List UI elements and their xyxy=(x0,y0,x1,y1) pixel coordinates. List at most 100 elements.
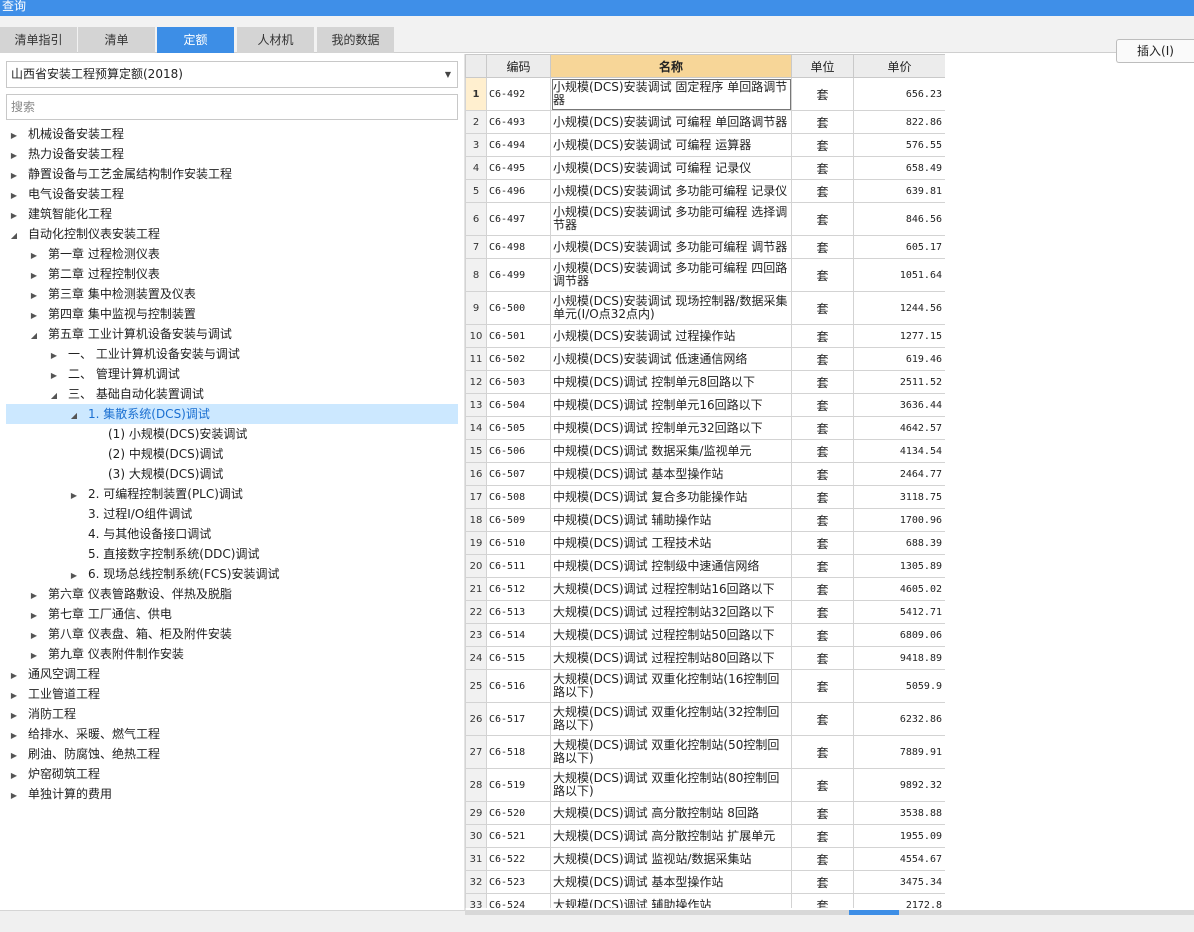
library-select[interactable]: 山西省安装工程预算定额(2018) ▼ xyxy=(6,61,458,88)
tree-node[interactable]: 4. 与其他设备接口调试 xyxy=(68,524,211,544)
expand-arrow-icon[interactable]: ▶ xyxy=(28,606,40,626)
tree-node[interactable]: ▶ 2. 可编程控制装置(PLC)调试 xyxy=(68,484,243,504)
tab-labor-material-machine[interactable]: 人材机 xyxy=(237,27,314,53)
tree-node[interactable]: ▶ 第七章 工厂通信、供电 xyxy=(28,604,172,624)
table-row[interactable]: 10 C6-501 小规模(DCS)安装调试 过程操作站套 1277.15 xyxy=(465,324,945,348)
table-row[interactable]: 25 C6-516 大规模(DCS)调试 双重化控制站(16控制回路以下) 套 5059… xyxy=(465,669,945,703)
tree-node[interactable]: ▶ 二、 管理计算机调试 xyxy=(48,364,180,384)
table-row[interactable]: 29 C6-520 大规模(DCS)调试 高分散控制站 8回路套 3538.88 xyxy=(465,801,945,825)
expand-arrow-icon[interactable]: ▶ xyxy=(28,586,40,606)
expand-arrow-icon[interactable]: ▶ xyxy=(68,486,80,506)
table-row[interactable]: 17 C6-508 中规模(DCS)调试 复合多功能操作站套 3118.75 xyxy=(465,485,945,509)
table-row[interactable]: 11 C6-502 小规模(DCS)安装调试 低速通信网络套 619.46 xyxy=(465,347,945,371)
tree-node[interactable]: ▶ 建筑智能化工程 xyxy=(8,204,112,224)
tree-node[interactable]: ▶ 工业管道工程 xyxy=(8,684,100,704)
table-row[interactable]: 33 C6-524 大规模(DCS)调试 辅助操作站套 2172.8 xyxy=(465,893,945,908)
tree-node[interactable]: ▶ 机械设备安装工程 xyxy=(8,124,124,144)
col-header-unit[interactable]: 单位 xyxy=(791,54,854,78)
collapse-arrow-icon[interactable]: ◢ xyxy=(48,386,60,406)
tree-node[interactable]: ▶ 热力设备安装工程 xyxy=(8,144,124,164)
tree-node[interactable]: ▶ 第九章 仪表附件制作安装 xyxy=(28,644,184,664)
tree-node[interactable]: ▶ 第四章 集中监视与控制装置 xyxy=(28,304,196,324)
tree-node[interactable]: ▶ 通风空调工程 xyxy=(8,664,100,684)
table-row[interactable]: 12 C6-503 中规模(DCS)调试 控制单元8回路以下套 2511.52 xyxy=(465,370,945,394)
table-row[interactable]: 30 C6-521 大规模(DCS)调试 高分散控制站 扩展单元套 1955.09 xyxy=(465,824,945,848)
expand-arrow-icon[interactable]: ▶ xyxy=(28,286,40,306)
table-row[interactable]: 8 C6-499 小规模(DCS)安装调试 多功能可编程 四回路调节器套 1051.6… xyxy=(465,258,945,292)
tab-list-guide[interactable]: 清单指引 xyxy=(0,27,77,53)
expand-arrow-icon[interactable]: ▶ xyxy=(8,166,20,186)
scrollbar-thumb[interactable] xyxy=(849,910,899,915)
table-row[interactable]: 28 C6-519 大规模(DCS)调试 双重化控制站(80控制回路以下) 套 9892… xyxy=(465,768,945,802)
tree-node[interactable]: ◢ 1. 集散系统(DCS)调试 xyxy=(6,404,458,424)
table-row[interactable]: 7 C6-498 小规模(DCS)安装调试 多功能可编程 调节器套 605.17 xyxy=(465,235,945,259)
expand-arrow-icon[interactable]: ▶ xyxy=(8,766,20,786)
tree-node[interactable]: ▶ 电气设备安装工程 xyxy=(8,184,124,204)
expand-arrow-icon[interactable]: ▶ xyxy=(8,146,20,166)
table-row[interactable]: 22 C6-513 大规模(DCS)调试 过程控制站32回路以下套 5412.71 xyxy=(465,600,945,624)
col-header-code[interactable]: 编码 xyxy=(486,54,551,78)
horizontal-scrollbar[interactable] xyxy=(465,910,1194,915)
tree-node[interactable]: (1) 小规模(DCS)安装调试 xyxy=(88,424,247,444)
expand-arrow-icon[interactable]: ▶ xyxy=(8,186,20,206)
table-row[interactable]: 26 C6-517 大规模(DCS)调试 双重化控制站(32控制回路以下) 套 6232… xyxy=(465,702,945,736)
expand-arrow-icon[interactable]: ▶ xyxy=(8,126,20,146)
table-row[interactable]: 21 C6-512 大规模(DCS)调试 过程控制站16回路以下套 4605.02 xyxy=(465,577,945,601)
tree-node[interactable]: ▶ 刷油、防腐蚀、绝热工程 xyxy=(8,744,160,764)
tree-node[interactable]: ◢ 第五章 工业计算机设备安装与调试 xyxy=(28,324,232,344)
table-row[interactable]: 6 C6-497 小规模(DCS)安装调试 多功能可编程 选择调节器套 846.56 xyxy=(465,202,945,236)
expand-arrow-icon[interactable]: ▶ xyxy=(8,666,20,686)
tree-node[interactable]: 5. 直接数字控制系统(DDC)调试 xyxy=(68,544,260,564)
tab-bill[interactable]: 清单 xyxy=(78,27,155,53)
table-row[interactable]: 24 C6-515 大规模(DCS)调试 过程控制站80回路以下套 9418.89 xyxy=(465,646,945,670)
collapse-arrow-icon[interactable]: ◢ xyxy=(68,406,80,426)
search-input[interactable]: 搜索 xyxy=(6,94,458,120)
table-row[interactable]: 31 C6-522 大规模(DCS)调试 监视站/数据采集站套 4554.67 xyxy=(465,847,945,871)
expand-arrow-icon[interactable]: ▶ xyxy=(8,746,20,766)
tree-node[interactable]: (2) 中规模(DCS)调试 xyxy=(88,444,223,464)
expand-arrow-icon[interactable]: ▶ xyxy=(28,246,40,266)
tree-node[interactable]: ▶ 第八章 仪表盘、箱、柜及附件安装 xyxy=(28,624,232,644)
expand-arrow-icon[interactable]: ▶ xyxy=(8,686,20,706)
col-header-name[interactable]: 名称 xyxy=(550,54,792,78)
collapse-arrow-icon[interactable]: ◢ xyxy=(8,226,20,246)
table-row[interactable]: 5 C6-496 小规模(DCS)安装调试 多功能可编程 记录仪套 639.81 xyxy=(465,179,945,203)
table-row[interactable]: 32 C6-523 大规模(DCS)调试 基本型操作站套 3475.34 xyxy=(465,870,945,894)
tree-node[interactable]: 3. 过程I/O组件调试 xyxy=(68,504,192,524)
tab-quota[interactable]: 定额 xyxy=(157,27,234,53)
tab-my-data[interactable]: 我的数据 xyxy=(317,27,394,53)
expand-arrow-icon[interactable]: ▶ xyxy=(68,566,80,586)
tree-node[interactable]: ▶ 给排水、采暖、燃气工程 xyxy=(8,724,160,744)
table-row[interactable]: 2 C6-493 小规模(DCS)安装调试 可编程 单回路调节器套 822.86 xyxy=(465,110,945,134)
tree-node[interactable]: ▶ 炉窑砌筑工程 xyxy=(8,764,100,784)
expand-arrow-icon[interactable]: ▶ xyxy=(48,346,60,366)
tree-node[interactable]: (3) 大规模(DCS)调试 xyxy=(88,464,223,484)
expand-arrow-icon[interactable]: ▶ xyxy=(8,786,20,806)
expand-arrow-icon[interactable]: ▶ xyxy=(8,206,20,226)
table-row[interactable]: 20 C6-511 中规模(DCS)调试 控制级中速通信网络套 1305.89 xyxy=(465,554,945,578)
table-row[interactable]: 9 C6-500 小规模(DCS)安装调试 现场控制器/数据采集单元(I/O点32点… xyxy=(465,291,945,325)
tree-node[interactable]: ◢ 三、 基础自动化装置调试 xyxy=(48,384,204,404)
table-row[interactable]: 27 C6-518 大规模(DCS)调试 双重化控制站(50控制回路以下) 套 7889… xyxy=(465,735,945,769)
table-row[interactable]: 14 C6-505 中规模(DCS)调试 控制单元32回路以下套 4642.57 xyxy=(465,416,945,440)
expand-arrow-icon[interactable]: ▶ xyxy=(28,266,40,286)
collapse-arrow-icon[interactable]: ◢ xyxy=(28,326,40,346)
col-header-price[interactable]: 单价 xyxy=(853,54,945,78)
table-row[interactable]: 1 C6-492 小规模(DCS)安装调试 固定程序 单回路调节器套 656.23 xyxy=(465,77,945,111)
expand-arrow-icon[interactable]: ▶ xyxy=(28,626,40,646)
expand-arrow-icon[interactable]: ▶ xyxy=(8,726,20,746)
table-row[interactable]: 19 C6-510 中规模(DCS)调试 工程技术站套 688.39 xyxy=(465,531,945,555)
expand-arrow-icon[interactable]: ▶ xyxy=(8,706,20,726)
table-row[interactable]: 13 C6-504 中规模(DCS)调试 控制单元16回路以下套 3636.44 xyxy=(465,393,945,417)
table-row[interactable]: 16 C6-507 中规模(DCS)调试 基本型操作站套 2464.77 xyxy=(465,462,945,486)
expand-arrow-icon[interactable]: ▶ xyxy=(28,646,40,666)
table-row[interactable]: 15 C6-506 中规模(DCS)调试 数据采集/监视单元套 4134.54 xyxy=(465,439,945,463)
tree-node[interactable]: ▶ 第一章 过程检测仪表 xyxy=(28,244,160,264)
table-row[interactable]: 3 C6-494 小规模(DCS)安装调试 可编程 运算器套 576.55 xyxy=(465,133,945,157)
insert-button[interactable]: 插入(I) xyxy=(1116,39,1194,63)
table-row[interactable]: 4 C6-495 小规模(DCS)安装调试 可编程 记录仪套 658.49 xyxy=(465,156,945,180)
table-row[interactable]: 23 C6-514 大规模(DCS)调试 过程控制站50回路以下套 6809.06 xyxy=(465,623,945,647)
expand-arrow-icon[interactable]: ▶ xyxy=(28,306,40,326)
tree-node[interactable]: ▶ 单独计算的费用 xyxy=(8,784,112,804)
tree-node[interactable]: ▶ 第三章 集中检测装置及仪表 xyxy=(28,284,196,304)
